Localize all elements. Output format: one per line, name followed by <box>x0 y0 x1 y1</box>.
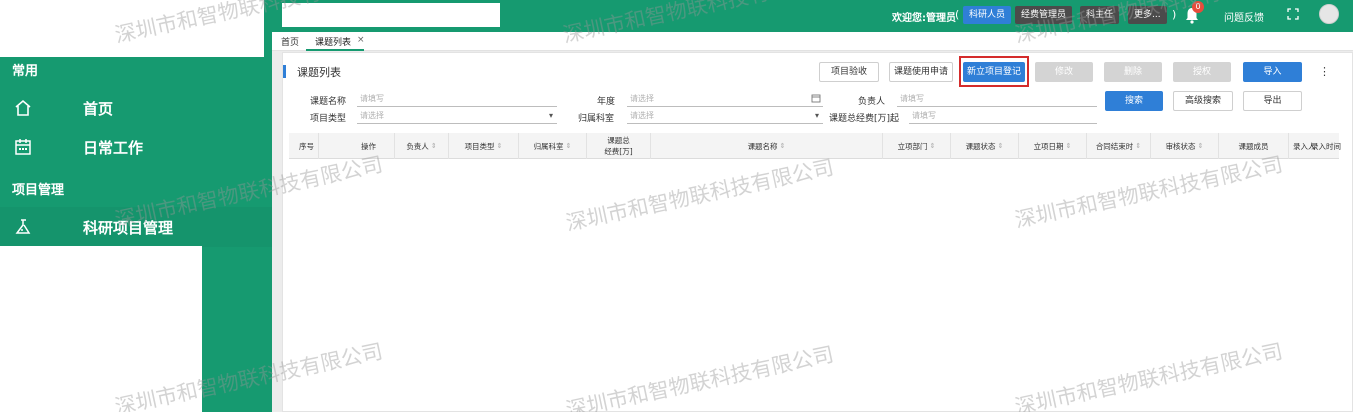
col-index: 序号 <box>289 133 319 159</box>
authorize-button[interactable]: 授权 <box>1173 62 1231 82</box>
active-tab-indicator <box>306 49 364 51</box>
role-button-more[interactable]: 更多... <box>1128 6 1167 24</box>
filter-leader-label: 负责人 <box>858 97 886 107</box>
role-button-dept-head[interactable]: 科主任 <box>1080 6 1120 24</box>
sidebar-item-daily-work[interactable]: 日常工作 <box>0 127 272 167</box>
col-members[interactable]: 课题成员 <box>1219 133 1289 159</box>
sort-icon: ⇕ <box>1197 142 1204 150</box>
chevron-down-icon: ▾ <box>814 111 819 120</box>
sort-icon: ⇕ <box>1135 142 1142 150</box>
logo-area <box>0 0 264 57</box>
tab-bar: 首页 课题列表 × <box>272 32 1353 51</box>
filter-type-placeholder: 请选择 <box>360 111 384 120</box>
filter-funds-input[interactable]: 请填写 <box>909 110 1097 124</box>
search-button[interactable]: 搜索 <box>1105 91 1163 111</box>
col-project-dept[interactable]: 立项部门 ⇕ <box>883 133 951 159</box>
advanced-search-button[interactable]: 高级搜索 <box>1173 91 1233 111</box>
role-button-funds-admin[interactable]: 经费管理员 <box>1015 6 1073 24</box>
top-header: 欢迎您:管理员 ( 科研人员 经费管理员 科主任 更多... ) 0 问题反馈 <box>272 0 1353 32</box>
sort-icon: ⇕ <box>430 142 437 150</box>
role-paren-open: ( <box>955 8 960 21</box>
sort-icon: ⇕ <box>496 142 503 150</box>
feedback-link[interactable]: 问题反馈 <box>1224 9 1264 24</box>
filter-type-select[interactable]: 请选择 ▾ <box>357 110 557 124</box>
col-department[interactable]: 归属科室 ⇕ <box>519 133 587 159</box>
panel-title: 课题列表 <box>297 66 341 79</box>
filter-dept-label: 归属科室 <box>578 114 615 124</box>
sidebar-item-label: 日常工作 <box>83 138 144 157</box>
col-entry-time[interactable]: 录入时间 <box>1311 133 1345 159</box>
col-project-date[interactable]: 立项日期 ⇕ <box>1019 133 1087 159</box>
home-icon <box>12 97 34 119</box>
col-total-funds[interactable]: 课题总 经费[万] <box>587 133 651 159</box>
filter-year-label: 年度 <box>597 97 616 107</box>
user-avatar[interactable] <box>1319 4 1339 24</box>
sidebar-item-label: 科研项目管理 <box>83 218 174 237</box>
sidebar-group-common: 常用 <box>12 64 39 79</box>
tab-home[interactable]: 首页 <box>281 35 299 48</box>
topic-list-panel: 课题列表 项目验收 课题使用申请 新立项目登记 修改 删除 授权 导入 ⋮ 课题… <box>282 52 1353 412</box>
chevron-down-icon: ▾ <box>548 111 553 120</box>
sort-icon: ⇕ <box>565 142 572 150</box>
filter-year-placeholder: 请选择 <box>630 94 654 103</box>
filter-funds-label: 课题总经费[万]起 <box>829 114 900 124</box>
sort-icon: ⇕ <box>779 142 786 150</box>
sidebar-item-label: 首页 <box>83 99 114 118</box>
sidebar: 常用 首页 日常工作 项目管理 科研项目管理 <box>0 0 272 412</box>
tab-topic-list[interactable]: 课题列表 <box>315 35 351 48</box>
close-icon[interactable]: × <box>357 35 365 45</box>
header-search-input[interactable] <box>282 3 500 27</box>
app-root: 常用 首页 日常工作 项目管理 科研项目管理 欢迎您:管理员 ( 科研人员 经费… <box>0 0 1353 412</box>
welcome-text: 欢迎您:管理员 <box>892 13 956 24</box>
filter-year-input[interactable]: 请选择 <box>627 93 823 107</box>
filter-dept-placeholder: 请选择 <box>630 111 654 120</box>
col-actions: 操作 <box>319 133 395 159</box>
filter-leader-input[interactable]: 请填写 <box>897 93 1097 107</box>
calendar-icon <box>811 93 821 103</box>
sort-icon: ⇕ <box>929 142 936 150</box>
more-vertical-icon[interactable]: ⋮ <box>1319 65 1330 78</box>
flask-icon <box>12 216 34 238</box>
usage-apply-button[interactable]: 课题使用申请 <box>889 62 953 82</box>
col-leader[interactable]: 负责人 ⇕ <box>395 133 449 159</box>
col-topic-status[interactable]: 课题状态 ⇕ <box>951 133 1019 159</box>
filter-dept-select[interactable]: 请选择 ▾ <box>627 110 823 124</box>
title-accent-bar <box>283 65 286 78</box>
col-topic-name[interactable]: 课题名称 ⇕ <box>651 133 883 159</box>
sort-icon: ⇕ <box>1065 142 1072 150</box>
col-entered-by[interactable]: 录入人 <box>1289 133 1316 159</box>
import-button[interactable]: 导入 <box>1243 62 1302 82</box>
calendar-icon <box>12 136 34 158</box>
col-project-type[interactable]: 项目类型 ⇕ <box>449 133 519 159</box>
fullscreen-icon[interactable] <box>1287 8 1301 22</box>
delete-button[interactable]: 删除 <box>1104 62 1162 82</box>
sidebar-item-home[interactable]: 首页 <box>0 88 272 128</box>
filter-type-label: 项目类型 <box>310 114 347 124</box>
export-button[interactable]: 导出 <box>1243 91 1302 111</box>
sort-icon: ⇕ <box>997 142 1004 150</box>
acceptance-button[interactable]: 项目验收 <box>819 62 879 82</box>
new-project-button[interactable]: 新立项目登记 <box>963 62 1025 82</box>
role-button-researcher[interactable]: 科研人员 <box>963 6 1012 24</box>
filter-name-input[interactable]: 请填写 <box>357 93 557 107</box>
sidebar-item-research-projects[interactable]: 科研项目管理 <box>0 207 272 247</box>
role-paren-close: ) <box>1172 8 1177 21</box>
col-review-status[interactable]: 审核状态 ⇕ <box>1151 133 1219 159</box>
filter-name-label: 课题名称 <box>310 97 347 107</box>
sidebar-blank-area <box>0 246 202 412</box>
table-header: 序号 操作 负责人 ⇕ 项目类型 ⇕ 归属科室 ⇕ 课题总 经费[万] 课题名称 ⇕ 立… <box>289 133 1341 159</box>
col-contract-end[interactable]: 合同结束时 ⇕ <box>1087 133 1151 159</box>
sidebar-group-project-management: 项目管理 <box>12 183 65 198</box>
notification-badge: 0 <box>1192 1 1204 13</box>
edit-button[interactable]: 修改 <box>1035 62 1093 82</box>
